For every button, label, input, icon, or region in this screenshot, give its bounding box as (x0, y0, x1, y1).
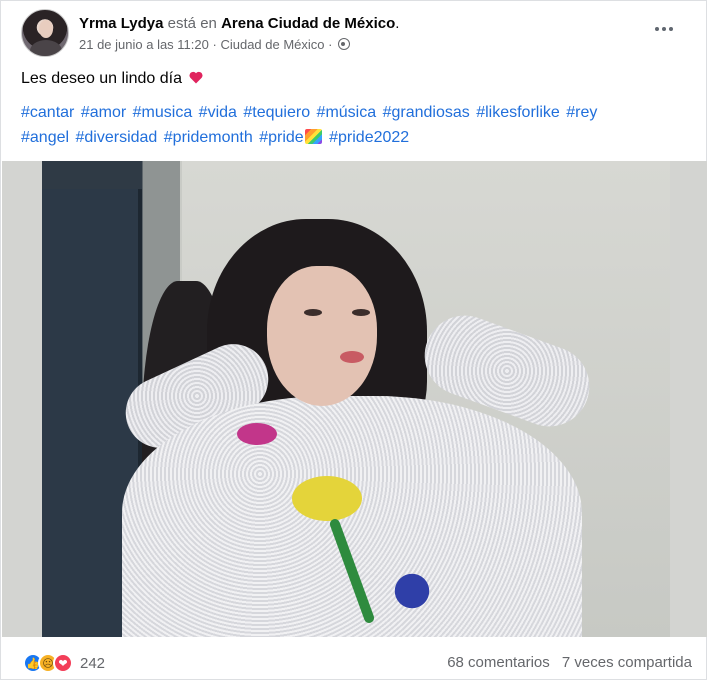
hashtag-link[interactable]: #música (317, 104, 377, 121)
hashtag-link[interactable]: #vida (199, 104, 237, 121)
hashtag-link[interactable]: #amor (81, 104, 126, 121)
hashtag-link[interactable]: #grandiosas (383, 104, 470, 121)
post-card: Yrma Lydya está en Arena Ciudad de Méxic… (0, 0, 707, 680)
location-link[interactable]: Ciudad de México (220, 37, 324, 52)
hashtag-link[interactable]: #tequiero (243, 104, 310, 121)
photo-eye (304, 309, 322, 316)
post-stats: 68 comentarios 7 veces compartida (439, 654, 692, 671)
dot-icon (669, 27, 673, 31)
photo-flower-pink (237, 423, 277, 445)
post-meta-line: 21 de junio a las 11:20 · Ciudad de Méxi… (79, 36, 351, 54)
hashtag-link[interactable]: #musica (133, 104, 193, 121)
post-photo-container[interactable] (2, 161, 707, 637)
photo-lips (340, 351, 364, 363)
love-icon: ❤ (53, 653, 73, 673)
reaction-count[interactable]: 242 (80, 655, 105, 672)
hashtag-link[interactable]: #cantar (21, 104, 74, 121)
meta-separator: · (212, 37, 217, 52)
photo-flower-yellow (292, 476, 362, 521)
post-footer: 👍 ☹ ❤ 242 68 comentarios 7 veces compart… (1, 637, 707, 680)
post-header: Yrma Lydya está en Arena Ciudad de Méxic… (21, 9, 696, 61)
author-name-link[interactable]: Yrma Lydya (79, 15, 164, 32)
post-message: Les deseo un lindo día (21, 67, 690, 90)
hashtag-link[interactable]: #likesforlike (476, 104, 560, 121)
reactions-summary[interactable]: 👍 ☹ ❤ 242 (23, 652, 105, 674)
timestamp-link[interactable]: 21 de junio a las 11:20 (79, 37, 209, 52)
hashtag-link[interactable]: #pride (259, 129, 303, 146)
photo-dress (122, 396, 582, 637)
dot-icon (662, 27, 666, 31)
avatar-body (30, 40, 62, 56)
rainbow-flag-icon (304, 129, 322, 144)
meta-separator: · (328, 37, 333, 52)
more-options-button[interactable] (650, 17, 678, 41)
hashtag-link[interactable]: #diversidad (76, 129, 158, 146)
photo-eye (352, 309, 370, 316)
post-text: Les deseo un lindo día #cantar #amor #mu… (21, 67, 690, 150)
hashtags-line-1: #cantar #amor #musica #vida #tequiero #m… (21, 100, 690, 125)
heart-icon (189, 71, 203, 84)
message-text: Les deseo un lindo día (21, 70, 183, 87)
post-title-line: Yrma Lydya está en Arena Ciudad de Méxic… (79, 14, 399, 34)
post-photo[interactable] (42, 161, 670, 637)
comments-count-link[interactable]: 68 comentarios (447, 654, 550, 671)
avatar[interactable] (21, 9, 69, 57)
globe-icon[interactable] (338, 38, 351, 50)
dot-icon (655, 27, 659, 31)
hashtag-link[interactable]: #pridemonth (164, 129, 253, 146)
photo-flower-blue (382, 561, 442, 621)
hashtag-link[interactable]: #pride2022 (329, 129, 409, 146)
avatar-face (39, 20, 53, 38)
title-period: . (395, 15, 400, 32)
shares-count-link[interactable]: 7 veces compartida (562, 654, 692, 671)
hashtags-line-2: #angel #diversidad #pridemonth #pride #p… (21, 125, 690, 150)
hashtag-link[interactable]: #rey (566, 104, 597, 121)
photo-face (267, 266, 377, 406)
checkin-verb: está en (167, 15, 217, 32)
hashtags: #cantar #amor #musica #vida #tequiero #m… (21, 100, 690, 150)
place-link[interactable]: Arena Ciudad de México (221, 15, 395, 32)
hashtag-link[interactable]: #angel (21, 129, 69, 146)
